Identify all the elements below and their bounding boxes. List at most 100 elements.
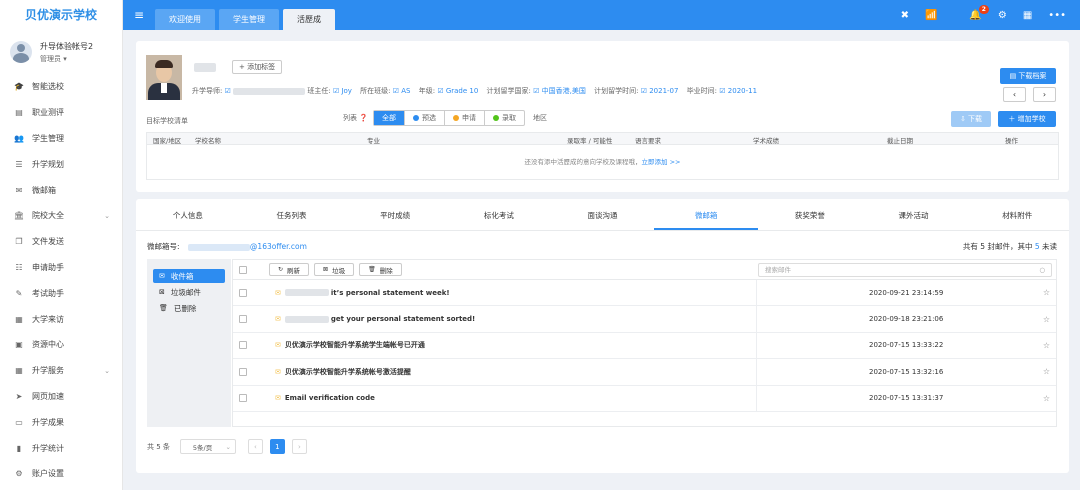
edit-icon: ✎ (15, 288, 23, 298)
grad-time-value[interactable]: ☑ 2020-11 (719, 87, 757, 95)
row-checkbox[interactable] (239, 288, 247, 297)
more-icon[interactable]: ••• (1048, 10, 1066, 21)
page-size-select[interactable]: 5条/页 ⌄ (179, 439, 236, 454)
sidebar-item[interactable]: ☰ 升学规划 (0, 151, 122, 177)
mail-count-prefix: 共有 5 封邮件，其中 (962, 242, 1033, 251)
filter-1[interactable]: 预选 (405, 111, 445, 125)
star-icon[interactable]: ☆ (1043, 288, 1050, 297)
star-icon[interactable]: ☆ (1043, 315, 1050, 324)
tab-detail-3[interactable]: 标化考试 (447, 205, 551, 230)
sidebar-item[interactable]: 👥 学生管理 (0, 126, 122, 152)
user-panel[interactable]: 升导体验帐号2 管理员 ▾ (0, 30, 122, 74)
tab-detail-6[interactable]: 获奖荣誉 (758, 205, 862, 230)
head-teacher-value[interactable]: ☑ Joy (333, 87, 352, 95)
tab-detail-7[interactable]: 课外活动 (862, 205, 966, 230)
download-profile-button[interactable]: ▤ 下载档案 (1000, 68, 1056, 84)
gear-icon[interactable]: ⚙ (998, 10, 1007, 21)
profile-info-row: 升学导师: ☑ 班主任: ☑ Joy 所在班级: ☑ AS 年级: ☑ Grad… (192, 86, 757, 96)
mail-row[interactable]: ✉ it’s personal statement week! 2020-09-21… (233, 280, 1056, 307)
mail-row[interactable]: ✉ Email verification code 2020-07-15 13:31… (233, 385, 1056, 412)
next-student-button[interactable]: › (1033, 87, 1056, 102)
region-label[interactable]: 地区 (533, 113, 547, 123)
mentor-edit-icon[interactable]: ☑ (225, 87, 231, 95)
sidebar-item[interactable]: 🏛 院校大全 ⌄ (0, 203, 122, 229)
add-school-button[interactable]: ＋ 增加学校 (998, 111, 1056, 127)
sidebar-item[interactable]: ▮ 升学统计 (0, 435, 122, 461)
top-bar: ≡ 欢迎使用 学生管理 活歷成 ✖ 📶 🔔 2 ⚙ ▦ ••• (123, 0, 1080, 30)
select-all-checkbox[interactable] (239, 265, 247, 274)
sidebar-item[interactable]: ▭ 升学成果 (0, 409, 122, 435)
menu-toggle-button[interactable]: ≡ (123, 0, 155, 30)
sidebar-item[interactable]: ▦ 升学服务 ⌄ (0, 358, 122, 384)
spam-button[interactable]: ⊠ 垃圾 (314, 263, 355, 276)
next-page-button[interactable]: › (291, 439, 307, 454)
tab-student-management[interactable]: 学生管理 (219, 9, 279, 30)
star-icon[interactable]: ☆ (1043, 341, 1050, 350)
bar-chart-icon: ▮ (16, 443, 22, 453)
star-icon[interactable]: ☆ (1043, 394, 1050, 403)
prev-student-button[interactable]: ‹ (1003, 87, 1026, 102)
users-icon: 👥 (14, 133, 24, 143)
sidebar-item[interactable]: 🎓 智能选校 (0, 74, 122, 100)
close-icon[interactable]: ✖ (901, 10, 909, 21)
grade-value[interactable]: ☑ Grade 10 (437, 87, 478, 95)
row-checkbox[interactable] (239, 394, 247, 403)
app-logo[interactable]: 贝优演示学校 (0, 0, 122, 30)
sender-redacted (284, 315, 329, 323)
sidebar-item[interactable]: ✉ 微邮箱 (0, 177, 122, 203)
prev-page-button[interactable]: ‹ (247, 439, 263, 454)
bell-icon[interactable]: 🔔 2 (953, 4, 989, 21)
chevron-down-icon: ⌄ (225, 442, 231, 451)
filter-0[interactable]: 全部 (373, 111, 405, 125)
mail-row[interactable]: ✉ get your personal statement sorted! 2020… (233, 306, 1056, 333)
refresh-button[interactable]: ↻ 刷新 (269, 263, 310, 276)
folder-item[interactable]: ⊠ 垃圾邮件 (153, 285, 225, 299)
sidebar-item[interactable]: ▦ 大学来访 (0, 306, 122, 332)
mail-row[interactable]: ✉ 贝优演示学校智能升学系统帐号激活提醒 2020-07-15 13:32:16 ☆ (233, 359, 1056, 386)
sidebar-item[interactable]: ▣ 资源中心 (0, 332, 122, 358)
filter-2[interactable]: 申请 (445, 111, 485, 125)
class-value[interactable]: ☑ AS (393, 87, 411, 95)
mail-row[interactable]: ✉ 贝优演示学校智能升学系统学生端帐号已开通 2020-07-15 13:33:22… (233, 332, 1056, 360)
add-now-link[interactable]: 立即添加 >> (642, 158, 681, 166)
tab-detail-8[interactable]: 材料附件 (965, 205, 1069, 230)
tab-detail-0[interactable]: 个人信息 (136, 205, 240, 230)
sidebar-item[interactable]: ➤ 网页加速 (0, 384, 122, 410)
page-1-button[interactable]: 1 (269, 439, 285, 454)
tab-detail-5[interactable]: 微邮箱 (654, 205, 759, 230)
tab-welcome[interactable]: 欢迎使用 (155, 9, 215, 30)
delete-button[interactable]: 🗑 删除 (359, 263, 402, 276)
mail-count-suffix: 未读 (1042, 242, 1057, 251)
sidebar-item-label: 升学成果 (32, 417, 64, 427)
calendar-icon[interactable]: ▦ (1023, 10, 1032, 21)
download-targets-button[interactable]: ⇩ 下载 (951, 111, 991, 127)
folder-item[interactable]: ✉ 收件箱 (153, 269, 225, 283)
row-checkbox[interactable] (239, 341, 247, 350)
folder-item[interactable]: 🗑 已删除 (153, 301, 225, 315)
status-dot-icon (492, 115, 499, 121)
search-icon[interactable]: ○ (1039, 264, 1045, 276)
row-checkbox[interactable] (239, 367, 247, 376)
sidebar-item[interactable]: ✎ 考试助手 (0, 280, 122, 306)
tab-detail-1[interactable]: 任务列表 (240, 205, 344, 230)
column-header: 操作 (1005, 137, 1018, 145)
tab-student-detail[interactable]: 活歷成 (283, 9, 335, 30)
row-checkbox[interactable] (239, 315, 247, 324)
country-value[interactable]: ☑ 中国香港,美国 (533, 87, 586, 95)
filter-3[interactable]: 录取 (485, 111, 524, 125)
wifi-icon[interactable]: 📶 (925, 10, 937, 21)
tab-detail-2[interactable]: 平时成绩 (343, 205, 447, 230)
mentor-label: 升学导师: (192, 87, 223, 95)
star-icon[interactable]: ☆ (1043, 367, 1050, 376)
sidebar-item[interactable]: ⚙ 账户设置 (0, 461, 122, 487)
filter-label: 申请 (461, 114, 476, 122)
sidebar-item[interactable]: ❐ 文件发送 (0, 229, 122, 255)
add-tag-button[interactable]: + 添加标签 (232, 60, 283, 74)
sidebar-item[interactable]: ☷ 申请助手 (0, 255, 122, 281)
study-time-value[interactable]: ☑ 2021-07 (641, 87, 679, 95)
tab-detail-4[interactable]: 面谈沟通 (551, 205, 655, 230)
user-role-dropdown[interactable]: 管理员 ▾ (40, 54, 93, 64)
envelope-icon: ✉ (275, 394, 281, 403)
sidebar-item[interactable]: ▤ 职业测评 (0, 100, 122, 126)
search-input[interactable]: 搜索邮件 ○ (758, 263, 1052, 277)
